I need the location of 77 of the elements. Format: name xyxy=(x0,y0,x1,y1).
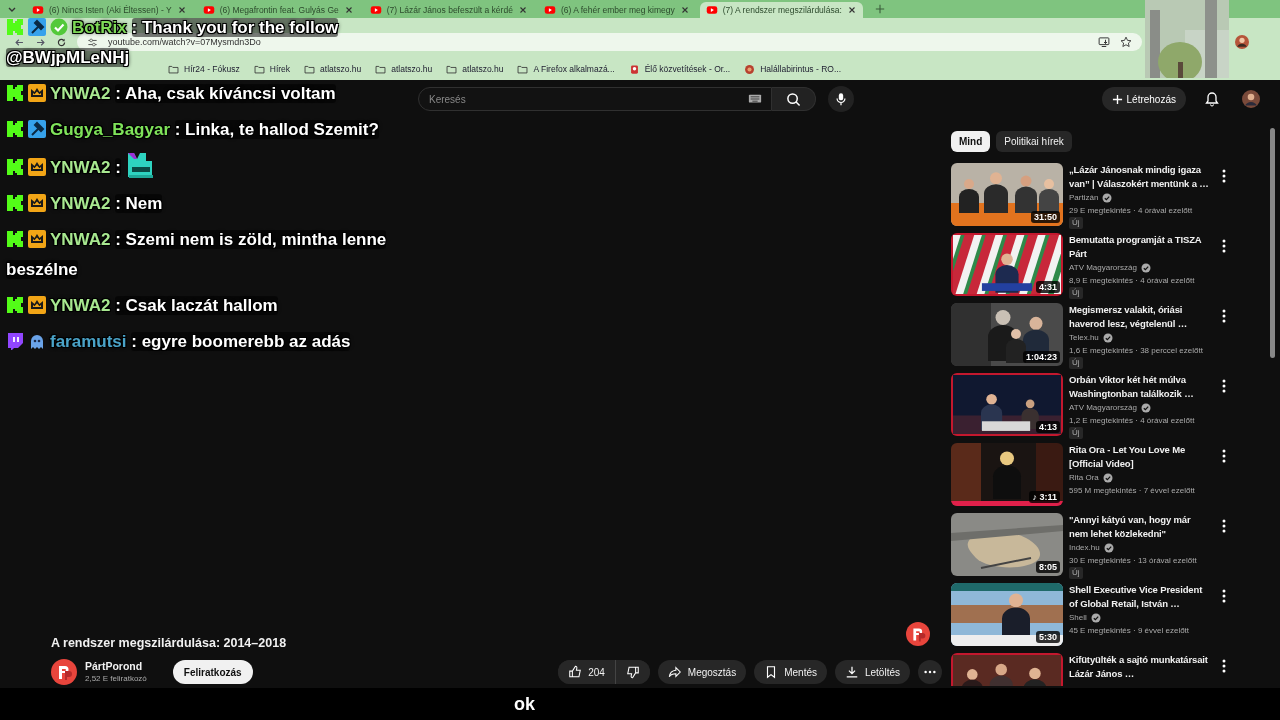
new-badge: Új xyxy=(1069,567,1083,579)
channel-name: Rita Ora xyxy=(1069,472,1099,484)
chat-message-text: : Csak laczát hallom xyxy=(115,296,278,315)
browser-tab[interactable]: (6) Megafrontin feat. Gulyás Ge xyxy=(196,2,360,18)
video-stats: 8,9 E megtekintés · 4 órával ezelőtt xyxy=(1069,275,1195,287)
create-button[interactable]: Létrehozás xyxy=(1101,87,1186,111)
new-badge: Új xyxy=(1069,357,1083,369)
video-stats: 595 M megtekintés · 7 évvel ezelőtt xyxy=(1069,485,1195,497)
new-badge: Új xyxy=(1069,287,1083,299)
video-duration: 8:05 xyxy=(1036,561,1060,573)
video-stats: 1,6 E megtekintés · 38 perccel ezelőtt xyxy=(1069,345,1203,357)
like-button[interactable]: 204 xyxy=(558,660,616,684)
share-button[interactable]: Megosztás xyxy=(657,660,747,684)
video-title[interactable]: Megismersz valakit, óriási haverod lesz, végtelenül … xyxy=(1069,303,1210,331)
bookmark[interactable]: atlatszo.hu xyxy=(446,63,504,75)
video-duration: 4:13 xyxy=(1036,421,1060,433)
video-title[interactable]: Shell Executive Vice President of Global Retail, István … xyxy=(1069,583,1210,611)
video-stats: 30 E megtekintés · 13 órával ezelőtt xyxy=(1069,555,1197,567)
filter-chip[interactable]: Politikai hírek xyxy=(996,131,1072,152)
save-button[interactable]: Mentés xyxy=(754,660,827,684)
subscriber-count: 2,52 E feliratkozó xyxy=(85,672,147,685)
browser-tab[interactable]: (7) Lázár János befeszült a kérdé xyxy=(363,2,534,18)
video-title[interactable]: Orbán Viktor két hét múlva Washingtonban találkozik … xyxy=(1069,373,1210,401)
video-thumbnail[interactable]: 5:30 xyxy=(951,583,1063,646)
chat-message-text: : Aha, csak kíváncsi voltam xyxy=(115,84,336,103)
video-thumbnail[interactable]: 31:50 xyxy=(951,163,1063,226)
bookmark[interactable]: Hír24 - Fókusz xyxy=(168,63,240,75)
video-stats: 1,2 E megtekintés · 4 órával ezelőtt xyxy=(1069,415,1195,427)
new-badge: Új xyxy=(1069,427,1083,439)
channel-name: Index.hu xyxy=(1069,542,1100,554)
video-title[interactable]: „Lázár Jánosnak mindig igaza van” | Válaszokért mentünk a … xyxy=(1069,163,1210,191)
video-thumbnail[interactable]: ♪ 3:11 xyxy=(951,443,1063,506)
video-thumbnail[interactable]: 4:31 xyxy=(951,233,1063,296)
filter-chip[interactable]: Mind xyxy=(951,131,991,152)
chat-username: YNWA2 xyxy=(50,194,111,213)
subscribe-button[interactable]: Feliratkozás xyxy=(172,660,253,684)
video-title[interactable]: "Annyi kátyú van, hogy már nem lehet közlekedni" xyxy=(1069,513,1210,541)
video-thumbnail[interactable]: 8:05 xyxy=(951,513,1063,576)
channel-name: Shell xyxy=(1069,612,1087,624)
new-badge: Új xyxy=(1069,217,1083,229)
chat-username: YNWA2 xyxy=(50,158,111,177)
video-title[interactable]: Bemutatta programját a TISZA Párt xyxy=(1069,233,1210,261)
caption-text: ok xyxy=(514,692,535,716)
chat-username: BotRix xyxy=(72,18,127,37)
chat-username: YNWA2 xyxy=(50,84,111,103)
browser-tab[interactable]: (6) A fehér ember meg kimegy xyxy=(537,2,696,18)
channel-name: Partizán xyxy=(1069,192,1099,204)
channel-name: ATV Magyarország xyxy=(1069,262,1137,274)
channel-name: Telex.hu xyxy=(1069,332,1099,344)
video-duration: ♪ 3:11 xyxy=(1029,491,1060,503)
chat-username: YNWA2 xyxy=(50,296,111,315)
video-thumbnail[interactable]: 4:13 xyxy=(951,373,1063,436)
bookmark[interactable]: Hírek xyxy=(253,63,291,75)
bookmark[interactable]: atlatszo.hu xyxy=(375,63,433,75)
video-duration: 4:31 xyxy=(1036,281,1060,293)
browser-tab[interactable]: (6) Nincs Isten (Aki Éltessen) - Y xyxy=(26,2,193,18)
video-thumbnail[interactable]: 1:04:23 xyxy=(951,303,1063,366)
download-button[interactable]: Letöltés xyxy=(834,660,910,684)
bookmark[interactable]: atlatszo.hu xyxy=(304,63,362,75)
video-stats: 45 E megtekintés · 9 évvel ezelőtt xyxy=(1069,625,1190,637)
video-duration: 31:50 xyxy=(1030,211,1060,223)
video-duration: 1:04:23 xyxy=(1022,351,1060,363)
video-duration: 5:30 xyxy=(1036,631,1060,643)
video-title[interactable]: Rita Ora - Let You Love Me [Official Video] xyxy=(1069,443,1210,471)
channel-name: ATV Magyarország xyxy=(1069,402,1137,414)
bookmark[interactable]: Élő közvetítések - Or... xyxy=(628,63,731,75)
video-stats: 29 E megtekintés · 4 órával ezelőtt xyxy=(1069,205,1193,217)
video-title: A rendszer megszilárdulása: 2014–2018 xyxy=(51,635,288,653)
chat-username: faramutsi xyxy=(50,332,127,351)
chat-username: YNWA2 xyxy=(50,230,111,249)
search-field[interactable]: Keresés xyxy=(418,87,772,111)
browser-tab[interactable]: (7) A rendszer megszilárdulása: xyxy=(699,2,863,18)
channel-name[interactable]: PártPorond xyxy=(85,659,147,673)
chat-username: Gugya_Bagyar xyxy=(50,120,170,139)
bookmark[interactable]: Halállabirintus - RO... xyxy=(744,63,841,75)
bookmark[interactable]: A Firefox alkalmazá... xyxy=(517,63,615,75)
video-title[interactable]: Kifütyülték a sajtó munkatársait Lázár János … xyxy=(1069,653,1210,681)
